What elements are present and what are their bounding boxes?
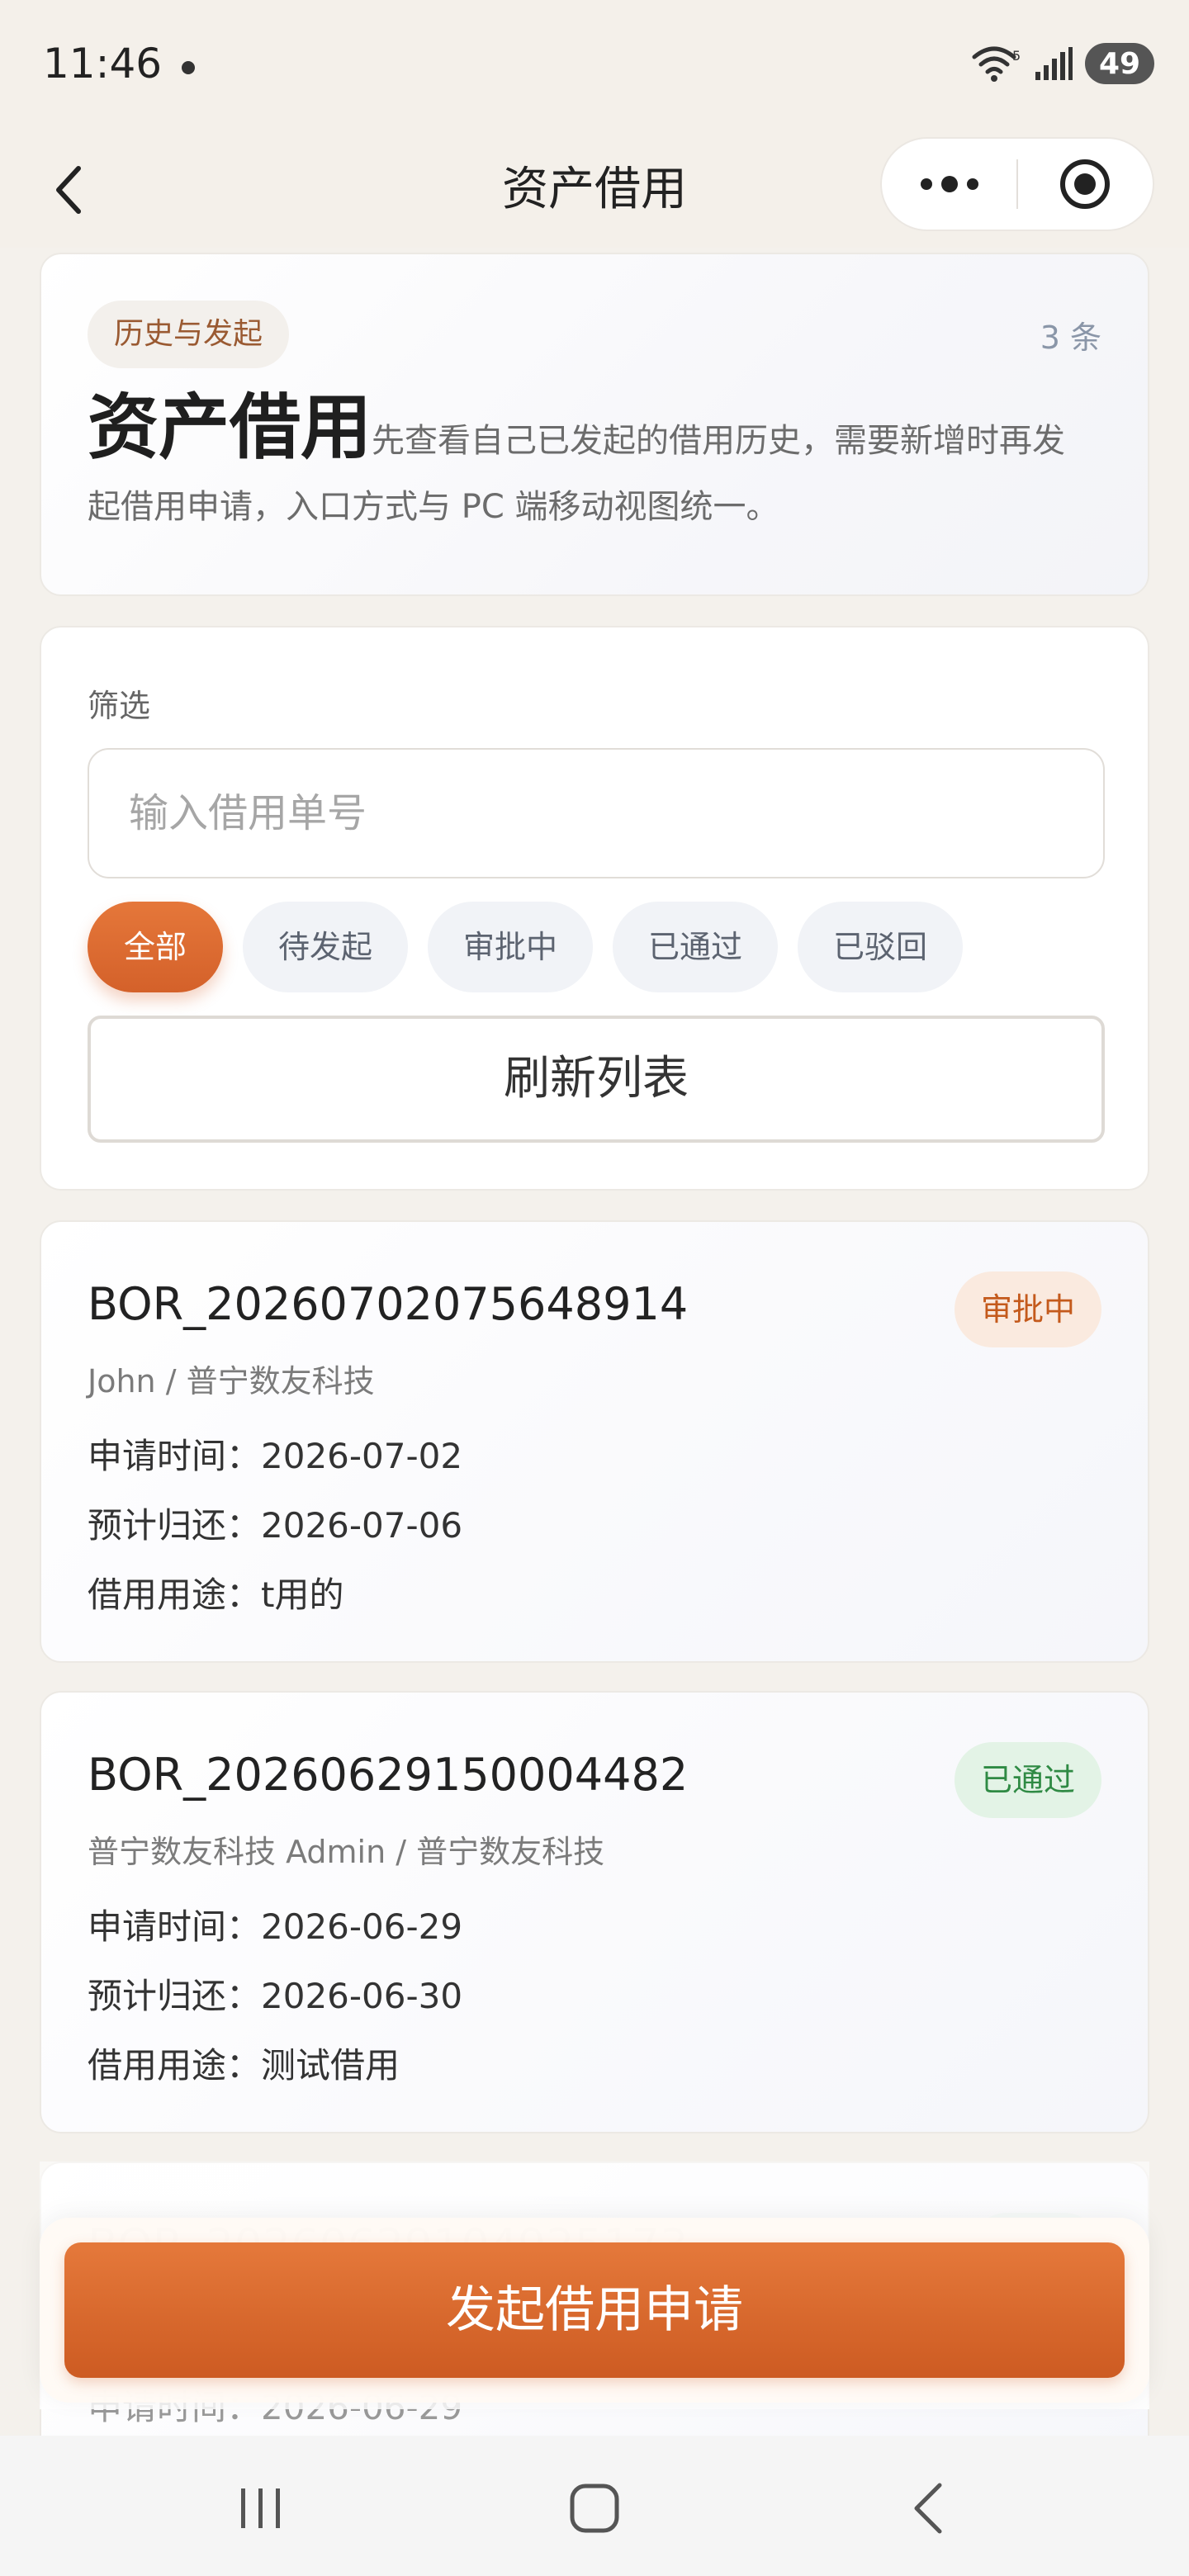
record-card[interactable]: BOR_20260629150004482 已通过 普宁数友科技 Admin /… — [40, 1691, 1149, 2133]
back-arrow-icon — [914, 2483, 942, 2534]
status-chips: 全部 待发起 审批中 已通过 已驳回 — [88, 902, 963, 992]
hero-card: 历史与发起 3 条 资产借用先查看自己已发起的借用历史，需要新增时再发起借用申请… — [40, 253, 1149, 596]
bottom-action-bar: 发起借用申请 — [40, 2218, 1149, 2403]
home-button[interactable] — [553, 2477, 636, 2540]
record-purpose: 借用用途：测试借用 — [88, 2045, 400, 2086]
filter-card: 筛选 全部 待发起 审批中 已通过 已驳回 刷新列表 — [40, 626, 1149, 1191]
chip-approved[interactable]: 已通过 — [613, 902, 778, 992]
filter-label: 筛选 — [88, 688, 151, 724]
status-bar: 11:46 5 49 — [0, 0, 1189, 132]
more-button[interactable] — [882, 139, 1016, 230]
status-icons: 5 49 — [971, 43, 1154, 84]
status-badge: 已通过 — [954, 1742, 1101, 1818]
recent-apps-icon — [241, 2488, 280, 2528]
search-input[interactable] — [89, 750, 1103, 877]
chip-rejected[interactable]: 已驳回 — [798, 902, 963, 992]
record-id: BOR_20260702075648914 — [88, 1278, 689, 1330]
chip-all[interactable]: 全部 — [88, 902, 223, 992]
search-box — [88, 748, 1105, 878]
record-user: 普宁数友科技 Admin / 普宁数友科技 — [88, 1834, 605, 1870]
notification-dot-icon — [182, 61, 195, 74]
hero-title: 资产借用 — [88, 386, 372, 469]
record-card[interactable]: BOR_20260702075648914 审批中 John / 普宁数友科技 … — [40, 1220, 1149, 1663]
record-user: John / 普宁数友科技 — [88, 1363, 375, 1399]
record-return-time: 预计归还：2026-06-30 — [88, 1976, 463, 2016]
home-icon — [570, 2484, 619, 2533]
signal-icon — [1035, 47, 1073, 80]
record-count: 3 条 — [1040, 320, 1101, 356]
hero-tag: 历史与发起 — [88, 301, 290, 368]
record-purpose: 借用用途：t用的 — [88, 1574, 344, 1615]
close-miniprogram-button[interactable] — [1018, 139, 1153, 230]
refresh-list-button[interactable]: 刷新列表 — [88, 1016, 1105, 1143]
status-time: 11:46 — [43, 40, 163, 88]
miniprogram-capsule — [880, 137, 1154, 231]
more-dots-icon — [920, 176, 978, 192]
nav-bar: 资产借用 — [0, 132, 1189, 248]
wifi-icon: 5 — [972, 46, 1021, 82]
battery-indicator: 49 — [1085, 43, 1154, 84]
target-circle-icon — [1060, 159, 1111, 209]
system-nav-bar — [0, 2436, 1189, 2576]
record-return-time: 预计归还：2026-07-06 — [88, 1505, 463, 1546]
record-apply-time: 申请时间：2026-07-02 — [88, 1436, 463, 1476]
status-badge: 审批中 — [954, 1271, 1101, 1347]
network-label: 5 — [1012, 48, 1021, 64]
create-borrow-request-button[interactable]: 发起借用申请 — [64, 2242, 1125, 2378]
record-apply-time: 申请时间：2026-06-29 — [88, 1906, 463, 1947]
recent-apps-button[interactable] — [220, 2477, 302, 2540]
record-id: BOR_20260629150004482 — [88, 1749, 689, 1801]
system-back-button[interactable] — [887, 2477, 969, 2540]
hero-body: 资产借用先查看自己已发起的借用历史，需要新增时再发起借用申请，入口方式与 PC … — [88, 392, 1082, 540]
chip-in-approval[interactable]: 审批中 — [428, 902, 593, 992]
chip-to-submit[interactable]: 待发起 — [243, 902, 408, 992]
